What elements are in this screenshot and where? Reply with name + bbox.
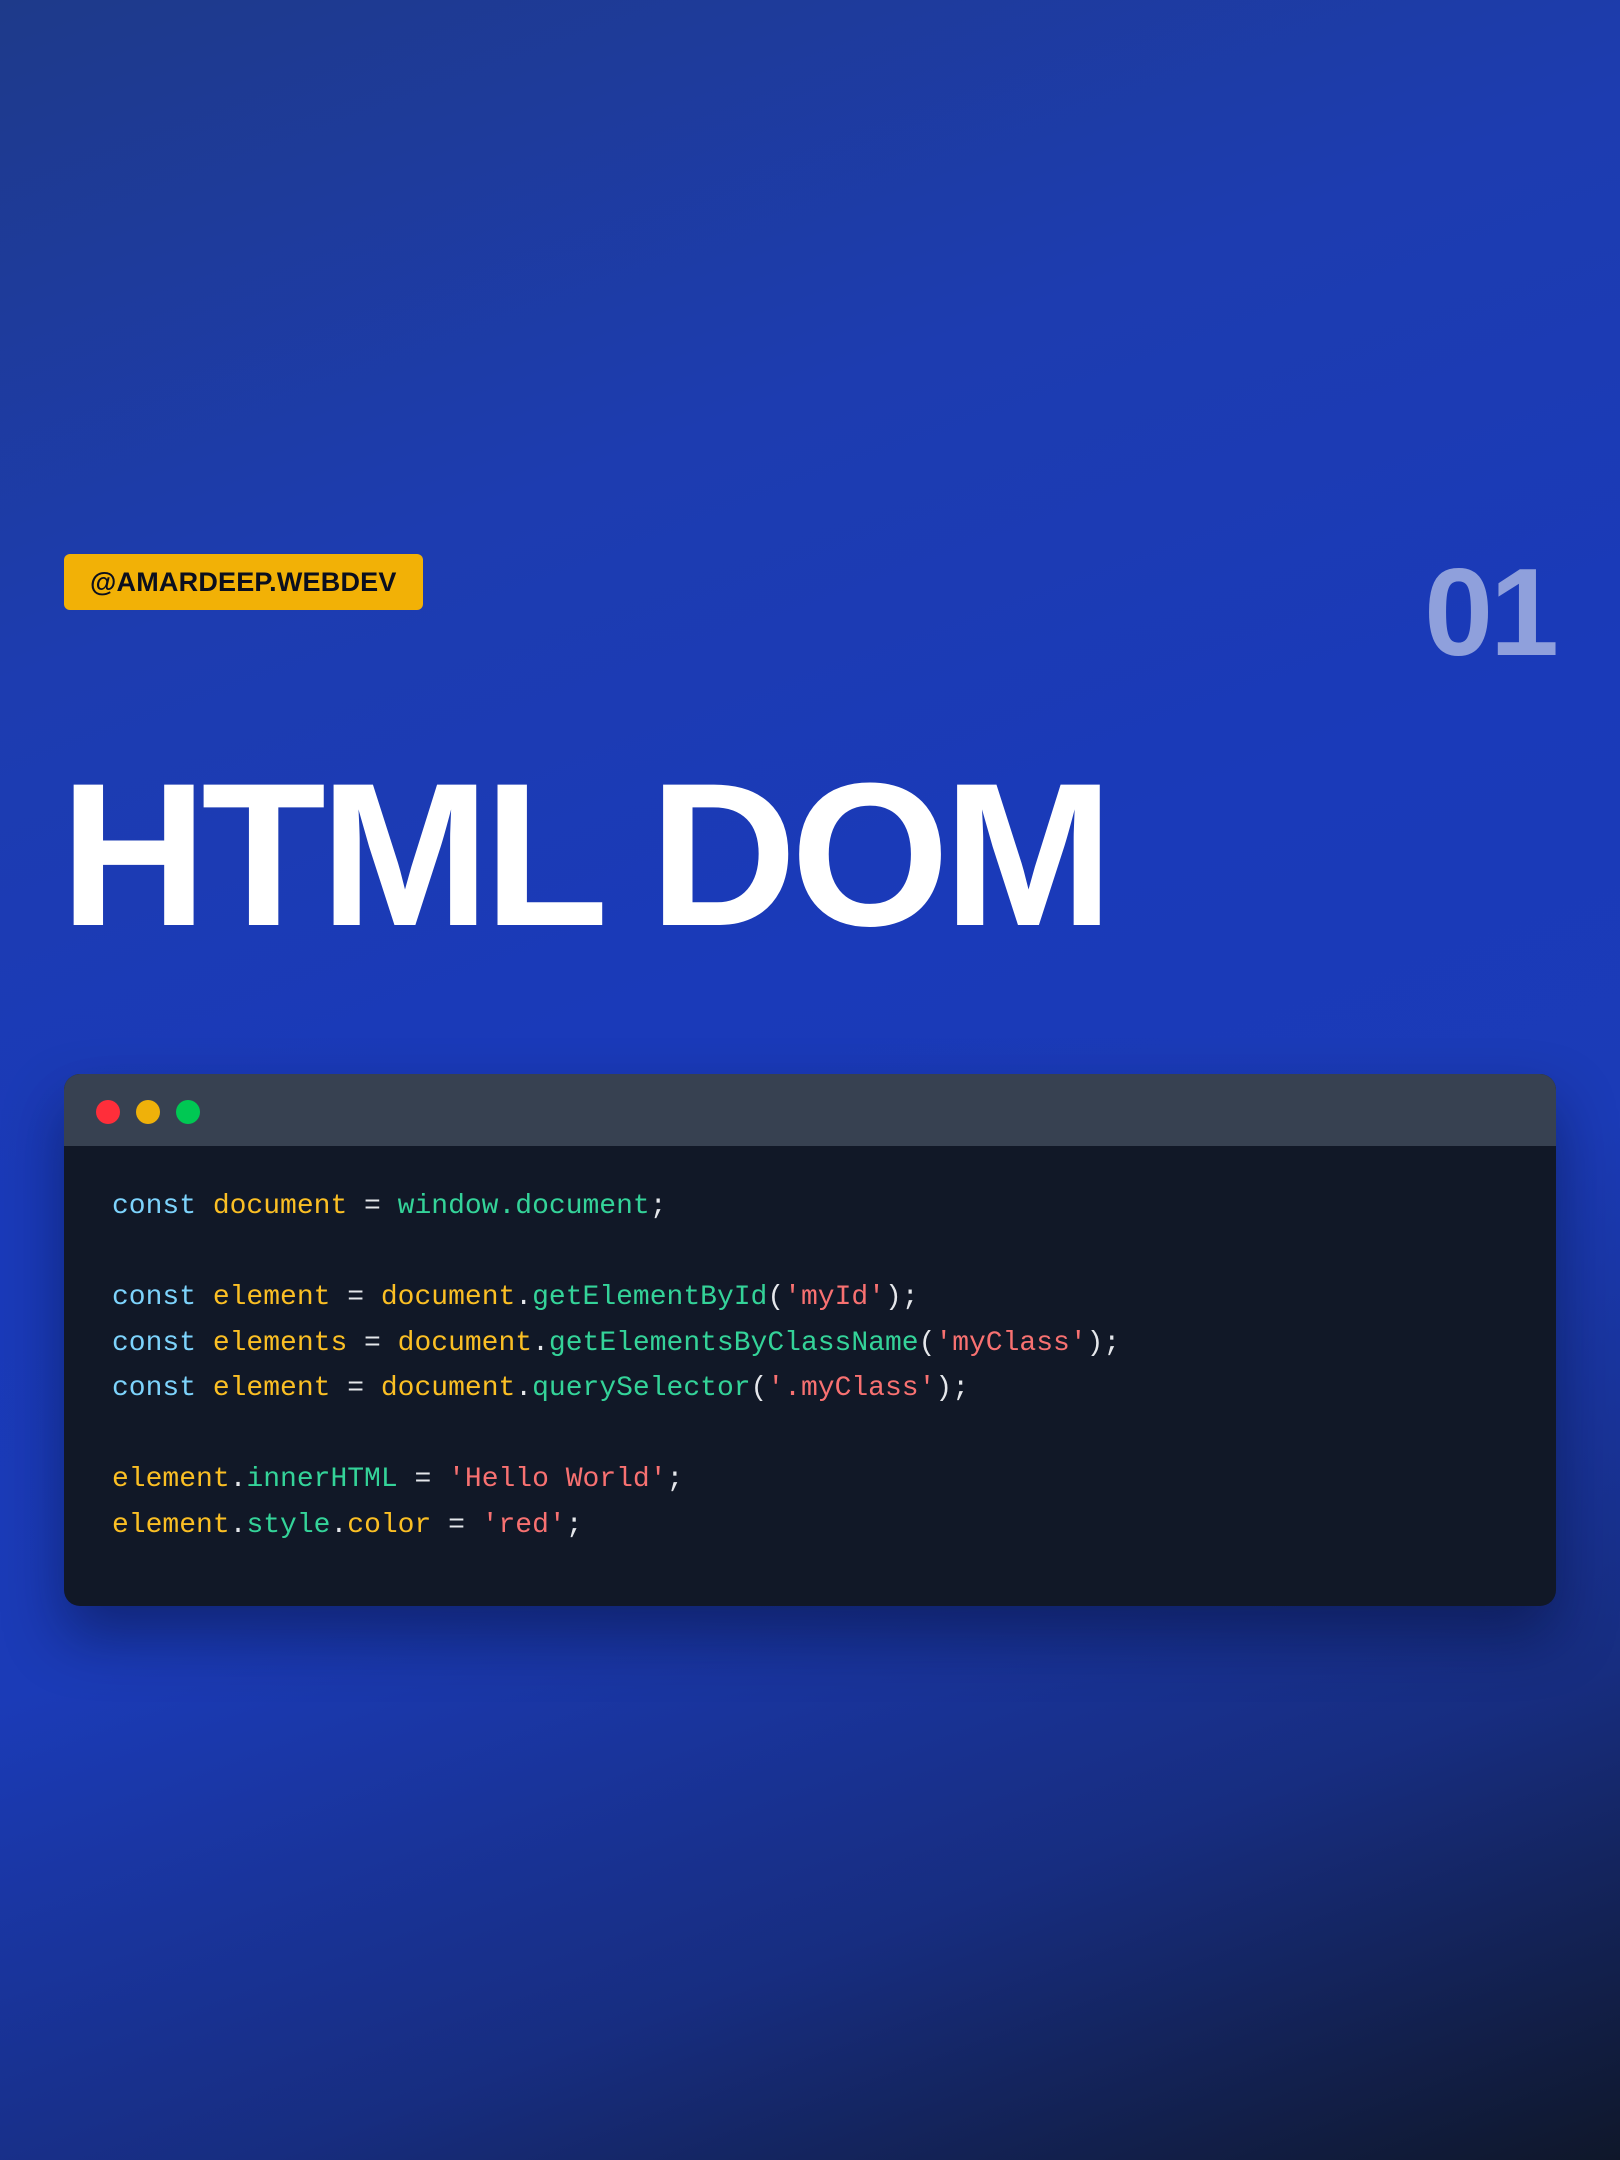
code-token: 'myId' <box>784 1282 885 1313</box>
code-token: ( <box>918 1327 936 1359</box>
code-token: element <box>112 1509 230 1541</box>
code-token: = <box>397 1464 449 1495</box>
code-token: element <box>212 1282 331 1313</box>
code-line: const elements = document.getElementsByC… <box>112 1321 1508 1367</box>
code-token: document <box>212 1191 348 1222</box>
code-window: const document = window.document; const e… <box>64 1074 1556 1606</box>
code-line: const document = window.document; <box>112 1184 1508 1230</box>
code-token: elements <box>212 1327 348 1359</box>
code-token: const <box>112 1373 197 1404</box>
code-token: = <box>330 1373 381 1404</box>
code-token: ); <box>885 1282 919 1313</box>
code-token: ); <box>1086 1327 1121 1359</box>
code-token: = <box>347 1327 398 1359</box>
code-token: innerHTML <box>246 1464 398 1495</box>
code-token: ); <box>935 1373 969 1404</box>
slide-number: 01 <box>1424 544 1559 682</box>
code-token: = <box>347 1191 398 1222</box>
code-token: element <box>212 1373 331 1404</box>
code-line: element.style.color = 'red'; <box>112 1503 1508 1549</box>
minimize-dot-icon <box>136 1100 160 1124</box>
code-token: document <box>380 1282 516 1313</box>
code-token: = <box>431 1509 482 1541</box>
code-token: document <box>380 1373 516 1404</box>
author-handle-badge: @AMARDEEP.WEBDEV <box>64 554 423 610</box>
code-token: ( <box>750 1373 768 1404</box>
code-token: = <box>330 1282 381 1313</box>
code-token: 'myClass' <box>935 1327 1087 1359</box>
code-token: const <box>112 1282 197 1313</box>
maximize-dot-icon <box>176 1100 200 1124</box>
code-token: const <box>112 1191 197 1222</box>
code-token: style <box>246 1509 331 1541</box>
code-token: 'red' <box>481 1509 566 1541</box>
page-title: HTML DOM <box>60 741 1113 969</box>
code-token: ; <box>565 1509 583 1541</box>
code-token: . <box>532 1327 549 1359</box>
code-token: ( <box>767 1282 785 1313</box>
code-token: window.document <box>397 1191 650 1222</box>
code-token: ; <box>666 1464 684 1495</box>
code-token: querySelector <box>532 1373 751 1404</box>
code-token: element <box>112 1464 230 1495</box>
close-dot-icon <box>96 1100 120 1124</box>
code-line: element.innerHTML = 'Hello World'; <box>112 1457 1508 1503</box>
code-token: . <box>229 1509 247 1541</box>
code-window-titlebar <box>64 1074 1556 1146</box>
code-token: . <box>515 1373 533 1404</box>
code-token: 'Hello World' <box>448 1464 667 1495</box>
code-block: const document = window.document; const e… <box>64 1146 1556 1548</box>
code-token: . <box>515 1282 533 1313</box>
code-line: const element = document.querySelector('… <box>112 1366 1508 1412</box>
code-token: ; <box>649 1191 667 1222</box>
code-token: . <box>330 1509 348 1541</box>
code-token: const <box>112 1327 197 1359</box>
code-token: getElementById <box>532 1282 768 1313</box>
code-token: color <box>347 1509 432 1541</box>
code-token: getElementsByClassName <box>548 1327 919 1359</box>
code-line: const element = document.getElementById(… <box>112 1275 1508 1321</box>
code-token: '.myClass' <box>767 1373 936 1404</box>
code-token: document <box>397 1327 533 1359</box>
code-token: . <box>229 1464 247 1495</box>
